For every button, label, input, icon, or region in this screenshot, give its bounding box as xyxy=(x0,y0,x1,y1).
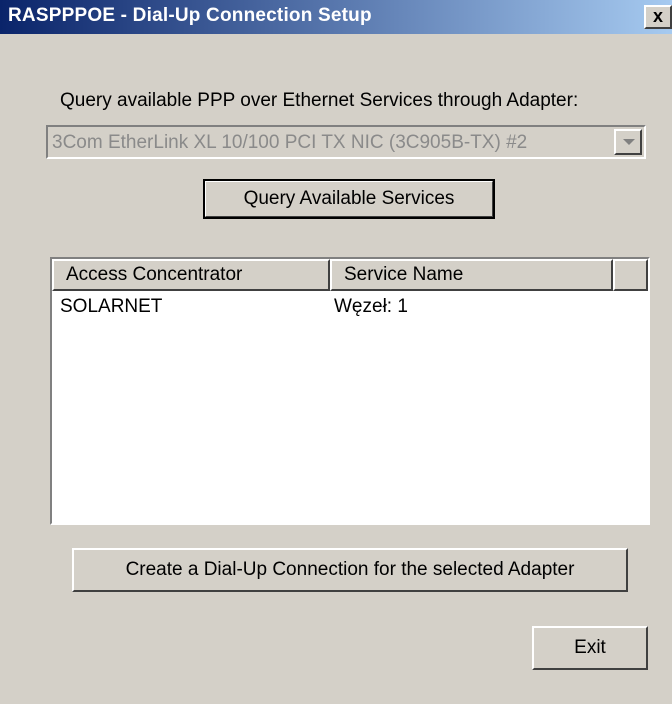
service-name-cell: Węzeł: 1 xyxy=(334,296,408,317)
title-bar[interactable]: RASPPPOE - Dial-Up Connection Setup x xyxy=(0,0,672,34)
adapter-dropdown-button[interactable] xyxy=(614,129,642,155)
close-button[interactable]: x xyxy=(644,5,672,29)
column-header-access-concentrator[interactable]: Access Concentrator xyxy=(52,259,330,291)
list-item[interactable]: SOLARNET Węzeł: 1 xyxy=(52,293,648,321)
create-dialup-connection-button[interactable]: Create a Dial-Up Connection for the sele… xyxy=(72,548,628,592)
adapter-select-value: 3Com EtherLink XL 10/100 PCI TX NIC (3C9… xyxy=(52,132,528,153)
adapter-select[interactable]: 3Com EtherLink XL 10/100 PCI TX NIC (3C9… xyxy=(46,125,646,159)
chevron-down-icon xyxy=(623,139,635,145)
dialog-window: RASPPPOE - Dial-Up Connection Setup x Qu… xyxy=(0,0,672,704)
column-header-filler xyxy=(613,259,648,291)
services-list[interactable]: Access Concentrator Service Name SOLARNE… xyxy=(50,257,650,525)
exit-button[interactable]: Exit xyxy=(532,626,648,670)
adapter-query-label: Query available PPP over Ethernet Servic… xyxy=(60,90,579,111)
column-header-service-name[interactable]: Service Name xyxy=(330,259,613,291)
services-list-header: Access Concentrator Service Name xyxy=(52,259,648,291)
query-services-button[interactable]: Query Available Services xyxy=(203,179,495,219)
close-icon: x xyxy=(652,6,663,26)
window-title: RASPPPOE - Dial-Up Connection Setup xyxy=(8,5,372,26)
access-concentrator-cell: SOLARNET xyxy=(60,296,163,317)
